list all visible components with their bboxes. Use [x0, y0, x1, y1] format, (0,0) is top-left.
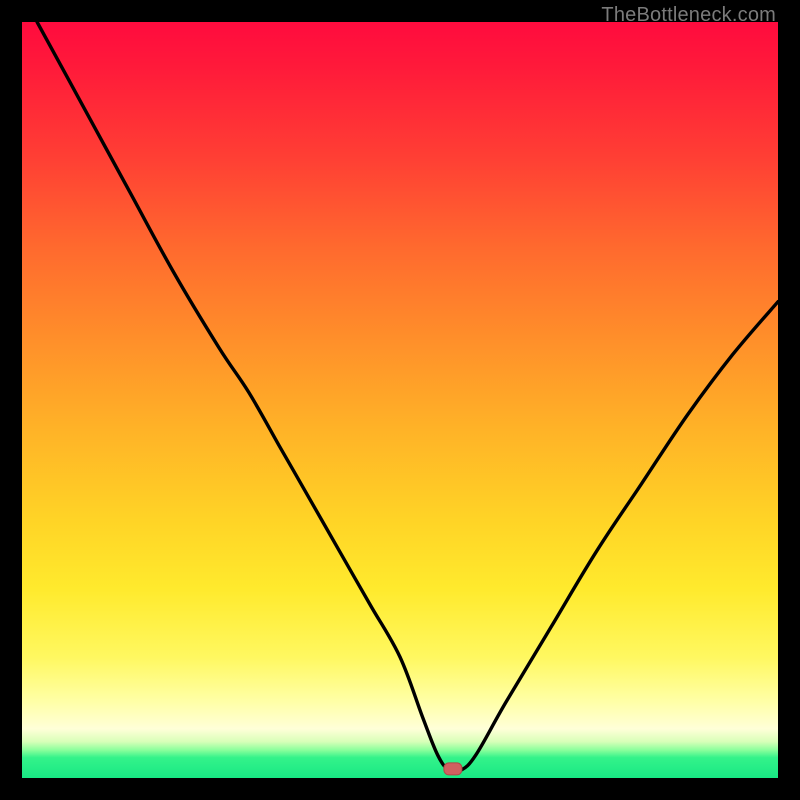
plot-area: [22, 22, 778, 778]
chart-frame: TheBottleneck.com: [0, 0, 800, 800]
bottleneck-curve-path: [37, 22, 778, 773]
minimum-marker: [444, 763, 462, 775]
curve-layer: [22, 22, 778, 778]
